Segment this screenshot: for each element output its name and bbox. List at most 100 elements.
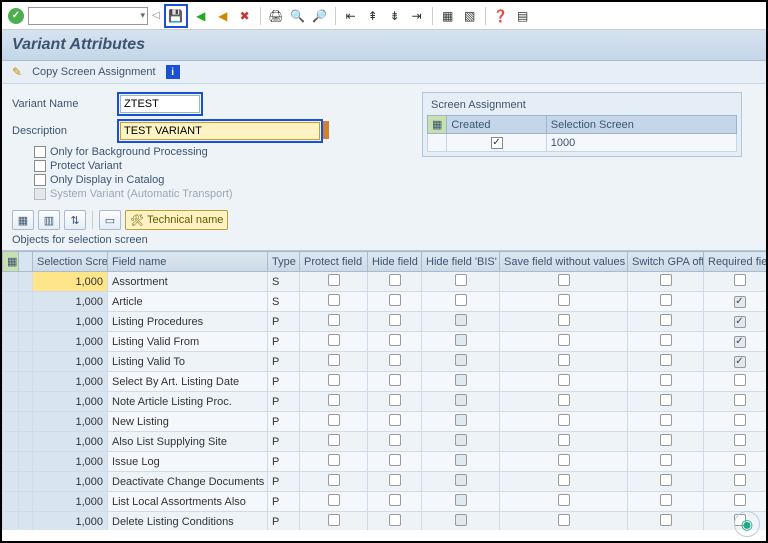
col-fieldname[interactable]: Field name [108, 252, 268, 272]
grid-checkbox[interactable] [455, 414, 467, 426]
grid-checkbox[interactable] [389, 494, 401, 506]
col-req[interactable]: Required field [704, 252, 767, 272]
grid-checkbox[interactable] [734, 374, 746, 386]
grid-checkbox[interactable] [660, 514, 672, 526]
grid-checkbox[interactable] [389, 514, 401, 526]
row-handle[interactable] [19, 312, 33, 332]
row-selector[interactable] [3, 492, 19, 512]
grid-checkbox[interactable] [660, 334, 672, 346]
technical-name-button[interactable]: 🛠 Technical name [125, 210, 228, 230]
row-handle[interactable] [19, 372, 33, 392]
display-button[interactable]: ▭ [99, 210, 121, 230]
grid-checkbox[interactable] [389, 394, 401, 406]
grid-checkbox[interactable] [455, 494, 467, 506]
selection-grid-wrap[interactable]: ▦ Selection Screen Field name Type Prote… [2, 250, 766, 530]
grid-checkbox[interactable] [558, 494, 570, 506]
layout-icon[interactable]: ▤ [514, 7, 532, 25]
grid-checkbox[interactable] [455, 314, 467, 326]
grid-checkbox[interactable] [660, 494, 672, 506]
col-selscreen[interactable]: Selection Screen [33, 252, 108, 272]
bg-processing-checkbox[interactable] [34, 146, 46, 158]
row-handle[interactable] [19, 292, 33, 312]
grid-checkbox[interactable] [455, 454, 467, 466]
deselect-all-button[interactable]: ▥ [38, 210, 60, 230]
grid-checkbox[interactable] [328, 354, 340, 366]
grid-checkbox[interactable] [558, 414, 570, 426]
grid-checkbox[interactable] [328, 334, 340, 346]
grid-checkbox[interactable] [558, 394, 570, 406]
grid-checkbox[interactable] [660, 394, 672, 406]
grid-checkbox[interactable] [389, 374, 401, 386]
row-handle[interactable] [19, 512, 33, 531]
col-hidebis[interactable]: Hide field 'BIS' [422, 252, 500, 272]
table-row[interactable]: 1,000Deactivate Change DocumentsP [3, 472, 767, 492]
table-row[interactable]: 1,000Select By Art. Listing DateP [3, 372, 767, 392]
info-icon[interactable]: i [166, 65, 180, 79]
grid-checkbox[interactable] [734, 316, 746, 328]
find-next-icon[interactable]: 🔎 [311, 7, 329, 25]
grid-checkbox[interactable] [455, 434, 467, 446]
grid-checkbox[interactable] [389, 354, 401, 366]
exit-icon[interactable]: ◀ [214, 7, 232, 25]
grid-checkbox[interactable] [328, 374, 340, 386]
cancel-icon[interactable]: ✖ [236, 7, 254, 25]
grid-checkbox[interactable] [660, 414, 672, 426]
grid-checkbox[interactable] [328, 314, 340, 326]
next-page-icon[interactable]: ⇟ [386, 7, 404, 25]
grid-checkbox[interactable] [558, 514, 570, 526]
grid-checkbox[interactable] [328, 394, 340, 406]
row-selector[interactable] [3, 372, 19, 392]
shortcut-icon[interactable]: ▧ [461, 7, 479, 25]
grid-checkbox[interactable] [389, 274, 401, 286]
row-selector[interactable] [3, 392, 19, 412]
row-selector[interactable] [3, 272, 19, 292]
table-row[interactable]: 1,000ArticleS [3, 292, 767, 312]
find-icon[interactable]: 🔍 [289, 7, 307, 25]
grid-checkbox[interactable] [389, 454, 401, 466]
grid-checkbox[interactable] [558, 334, 570, 346]
grid-checkbox[interactable] [389, 314, 401, 326]
row-selector[interactable] [3, 412, 19, 432]
grid-checkbox[interactable] [328, 474, 340, 486]
prev-page-icon[interactable]: ⇞ [364, 7, 382, 25]
grid-checkbox[interactable] [558, 454, 570, 466]
grid-checkbox[interactable] [660, 454, 672, 466]
grid-checkbox[interactable] [734, 336, 746, 348]
grid-checkbox[interactable] [328, 454, 340, 466]
save-icon[interactable]: 💾 [167, 7, 185, 25]
grid-checkbox[interactable] [558, 314, 570, 326]
last-page-icon[interactable]: ⇥ [408, 7, 426, 25]
row-handle[interactable] [19, 492, 33, 512]
grid-checkbox[interactable] [455, 294, 467, 306]
grid-checkbox[interactable] [734, 414, 746, 426]
grid-checkbox[interactable] [389, 414, 401, 426]
row-selector[interactable] [3, 312, 19, 332]
grid-checkbox[interactable] [328, 274, 340, 286]
row-handle[interactable] [19, 472, 33, 492]
row-handle[interactable] [19, 352, 33, 372]
row-handle[interactable] [19, 412, 33, 432]
grid-checkbox[interactable] [558, 274, 570, 286]
table-row[interactable]: 1,000Note Article Listing Proc.P [3, 392, 767, 412]
sort-button[interactable]: ⇅ [64, 210, 86, 230]
row-selector[interactable] [3, 512, 19, 531]
back-icon[interactable]: ◀ [192, 7, 210, 25]
grid-checkbox[interactable] [734, 356, 746, 368]
col-type[interactable]: Type [268, 252, 300, 272]
grid-checkbox[interactable] [558, 294, 570, 306]
variant-name-input[interactable] [120, 95, 200, 113]
table-row[interactable]: 1,000Listing ProceduresP [3, 312, 767, 332]
grid-checkbox[interactable] [389, 334, 401, 346]
command-field[interactable]: ▾ [28, 7, 148, 25]
sa-created-checkbox[interactable]: ✓ [491, 137, 503, 149]
grid-checkbox[interactable] [389, 474, 401, 486]
grid-checkbox[interactable] [328, 414, 340, 426]
grid-checkbox[interactable] [389, 294, 401, 306]
grid-checkbox[interactable] [734, 474, 746, 486]
grid-checkbox[interactable] [660, 294, 672, 306]
grid-checkbox[interactable] [328, 434, 340, 446]
row-handle[interactable] [19, 272, 33, 292]
description-input[interactable] [120, 122, 320, 140]
row-handle[interactable] [19, 332, 33, 352]
grid-checkbox[interactable] [558, 434, 570, 446]
